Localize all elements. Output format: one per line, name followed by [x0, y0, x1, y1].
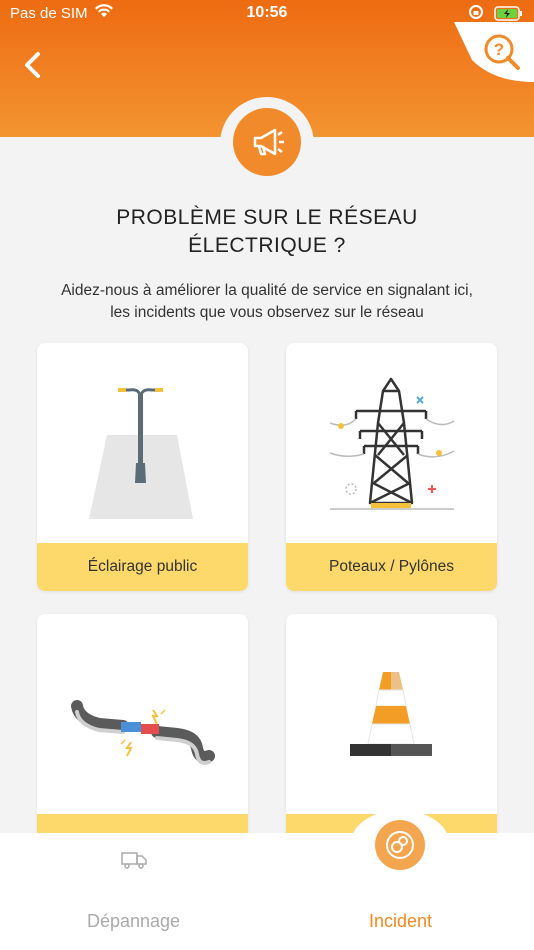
svg-text:?: ? [494, 40, 504, 59]
search-question-icon: ? [454, 22, 534, 82]
page-subtitle: Aidez-nous à améliorer la qualité de ser… [20, 280, 514, 324]
street-lamp-icon [89, 388, 193, 519]
tab-label: Incident [368, 911, 433, 931]
card-eclairage-public[interactable]: Éclairage public [37, 343, 248, 591]
card-label: Poteaux / Pylônes [286, 543, 497, 591]
clock: 10:56 [246, 4, 288, 21]
tab-depannage[interactable]: Dépannage [0, 833, 267, 950]
traffic-cone-icon [350, 672, 432, 756]
incident-icon[interactable] [375, 820, 425, 870]
back-button[interactable] [16, 48, 50, 82]
truck-icon [121, 852, 147, 869]
page-title: PROBLÈME SUR LE RÉSEAU ÉLECTRIQUE ? [40, 204, 494, 260]
card-poteaux-pylones[interactable]: Poteaux / Pylônes [286, 343, 497, 591]
title-line-1: PROBLÈME SUR LE RÉSEAU [116, 206, 418, 229]
rotation-lock-icon [468, 4, 484, 24]
cable-icon [71, 700, 215, 765]
title-line-2: ÉLECTRIQUE ? [188, 234, 346, 257]
subtitle-line-1: Aidez-nous à améliorer la qualité de ser… [61, 282, 473, 299]
tab-label: Dépannage [86, 911, 181, 931]
tab-bar: Dépannage Incident [0, 833, 534, 950]
card-label: Éclairage public [37, 543, 248, 591]
subtitle-line-2: les incidents que vous observez sur le r… [110, 304, 424, 321]
card-cables[interactable] [37, 614, 248, 862]
chevron-left-icon [25, 52, 40, 78]
help-search-button[interactable]: ? [454, 22, 534, 84]
megaphone-icon [233, 108, 301, 176]
pylon-icon [329, 377, 455, 510]
